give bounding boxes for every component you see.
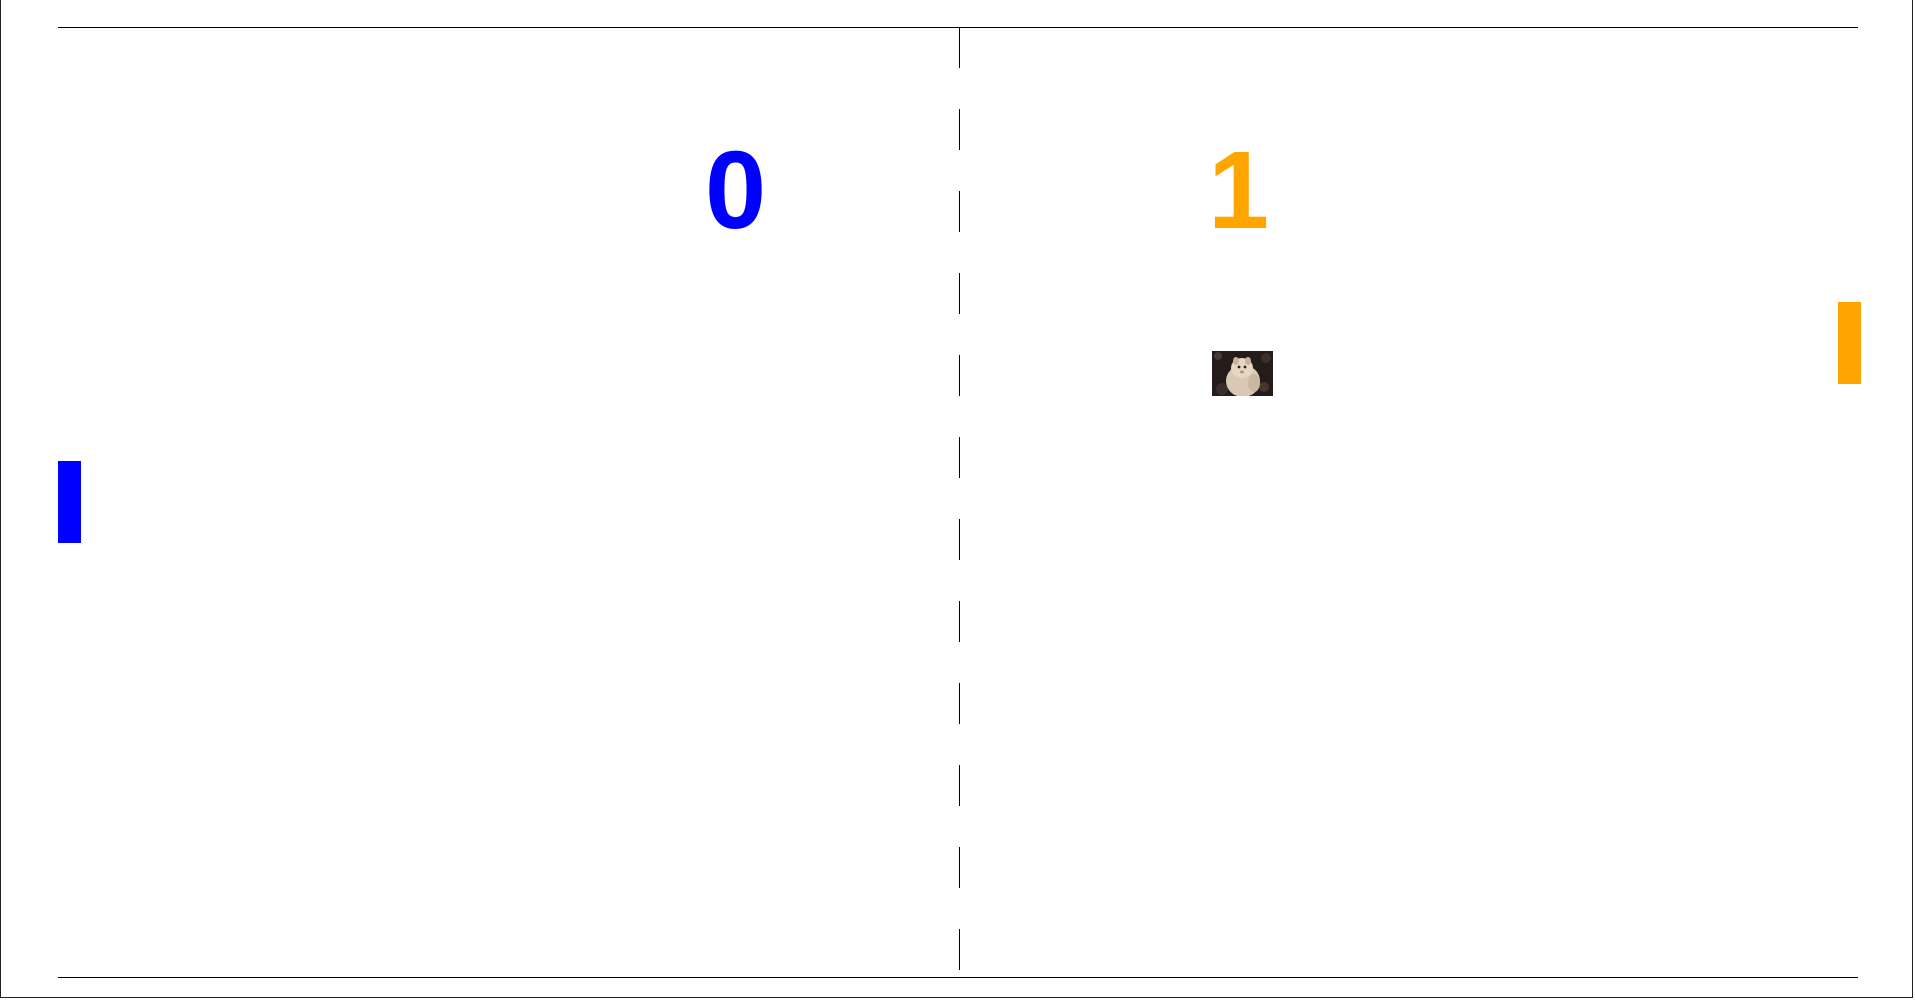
court-top-line <box>58 27 1858 28</box>
left-paddle[interactable] <box>58 461 81 543</box>
photo-ball-icon <box>1212 351 1273 396</box>
center-net <box>959 27 960 977</box>
right-paddle[interactable] <box>1838 302 1861 384</box>
game-frame <box>0 0 1913 998</box>
left-player-score: 0 <box>705 129 767 252</box>
right-player-score: 1 <box>1208 129 1270 252</box>
court-bottom-line <box>58 977 1858 978</box>
ball <box>1212 351 1273 396</box>
